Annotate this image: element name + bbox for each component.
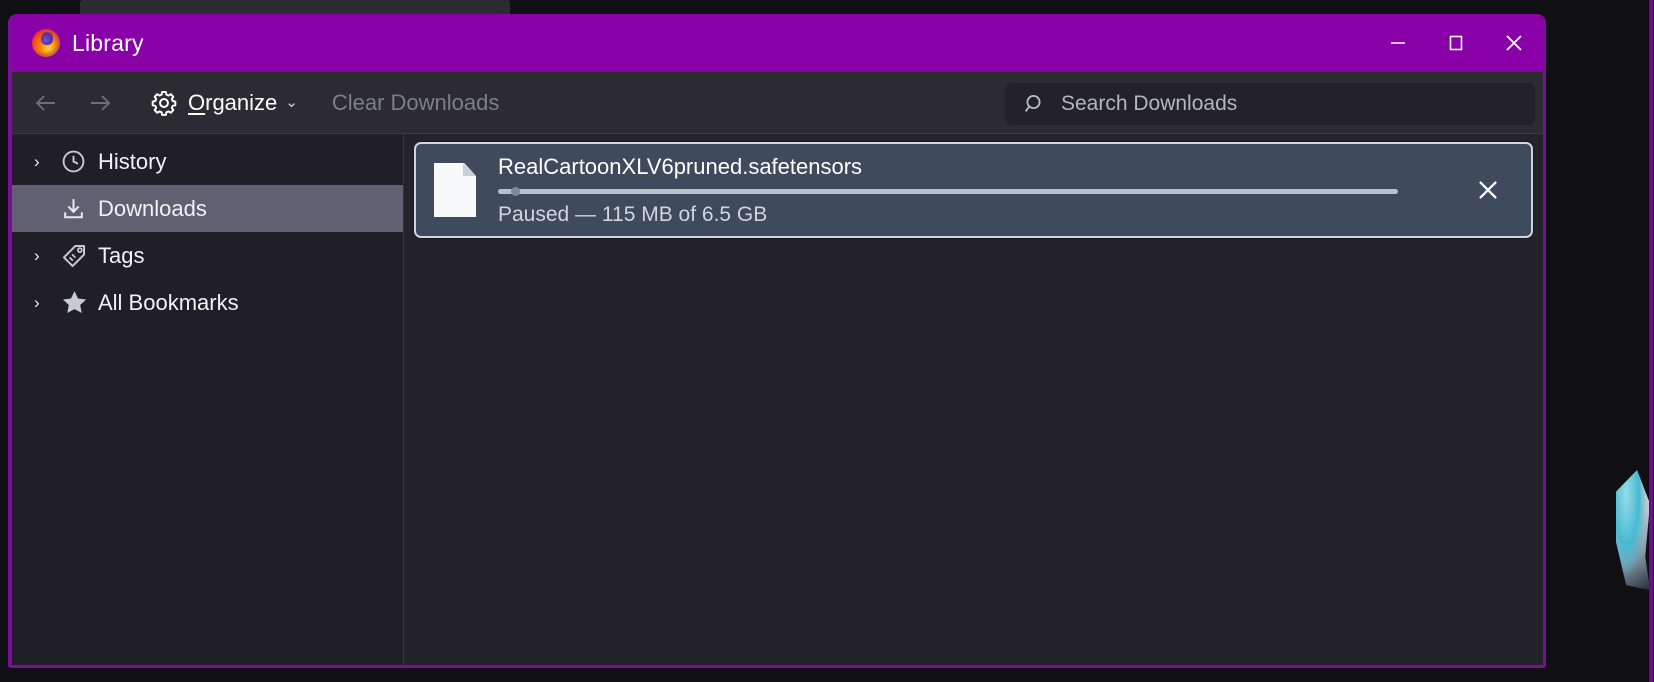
arrow-left-icon[interactable] <box>24 81 68 125</box>
document-icon <box>434 163 476 217</box>
tag-icon <box>60 242 98 270</box>
organize-label-rest: rganize <box>205 89 278 115</box>
sidebar-item-tags[interactable]: › Tags <box>12 232 403 279</box>
downloads-list: RealCartoonXLV6pruned.safetensors Paused… <box>404 134 1543 665</box>
sidebar-item-label: Tags <box>98 242 145 268</box>
sidebar-item-downloads[interactable]: Downloads <box>12 185 403 232</box>
search-input[interactable] <box>1061 92 1481 116</box>
library-body: › History Downloads › Tags › All Bookmar… <box>12 134 1543 665</box>
organize-label: Organize <box>188 90 277 116</box>
close-button[interactable] <box>1485 14 1543 72</box>
background-artwork <box>1616 470 1650 590</box>
organize-button[interactable]: Organize ⌄ <box>144 84 304 122</box>
clock-icon <box>60 148 98 175</box>
search-icon <box>1023 92 1047 116</box>
window-controls <box>1369 14 1543 72</box>
page-title: Library <box>72 29 144 56</box>
download-status: Paused — 115 MB of 6.5 GB <box>498 202 768 226</box>
organize-accesskey: O <box>188 89 206 115</box>
sidebar-item-history[interactable]: › History <box>12 138 403 185</box>
minimize-button[interactable] <box>1369 14 1427 72</box>
download-filename: RealCartoonXLV6pruned.safetensors <box>498 153 863 179</box>
search-box[interactable] <box>1005 83 1535 125</box>
chevron-down-icon: ⌄ <box>285 94 298 111</box>
desktop-backdrop: Library Organize ⌄ Clear Downloads Searc… <box>0 0 1654 682</box>
sidebar: › History Downloads › Tags › All Bookmar… <box>12 134 404 665</box>
firefox-logo-icon <box>32 29 60 57</box>
download-progress-bar <box>498 186 1398 196</box>
clear-downloads-toolbar-button[interactable]: Clear Downloads <box>332 90 500 116</box>
title-bar: Library <box>12 14 1543 72</box>
chevron-right-icon[interactable]: › <box>34 293 60 313</box>
sidebar-item-label: Downloads <box>98 195 207 221</box>
chevron-right-icon[interactable]: › <box>34 152 60 172</box>
maximize-button[interactable] <box>1427 14 1485 72</box>
download-item-texts: RealCartoonXLV6pruned.safetensors Paused… <box>498 154 1519 227</box>
arrow-right-icon[interactable] <box>78 81 122 125</box>
toolbar: Organize ⌄ Clear Downloads <box>12 72 1543 134</box>
download-icon <box>60 195 98 222</box>
gear-icon <box>150 89 178 117</box>
background-edge-accent <box>1649 0 1654 682</box>
sidebar-item-label: History <box>98 148 167 174</box>
download-list-item[interactable]: RealCartoonXLV6pruned.safetensors Paused… <box>414 142 1533 238</box>
sidebar-item-label: All Bookmarks <box>98 289 239 315</box>
chevron-right-icon[interactable]: › <box>34 246 60 266</box>
library-window: Library Organize ⌄ Clear Downloads Searc… <box>8 14 1546 668</box>
cancel-download-button[interactable] <box>1471 173 1505 207</box>
download-progress-indicator <box>511 186 521 196</box>
sidebar-item-all-bookmarks[interactable]: › All Bookmarks <box>12 279 403 326</box>
star-icon <box>60 288 98 317</box>
